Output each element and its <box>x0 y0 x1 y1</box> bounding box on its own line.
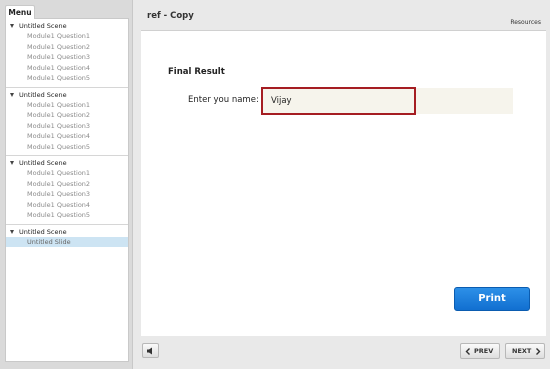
scene-group: Untitled Scene Untitled Slide <box>6 225 128 251</box>
slide-item[interactable]: Module1 Question5 <box>6 210 128 221</box>
next-button[interactable]: NEXT <box>505 343 545 359</box>
scene-title[interactable]: Untitled Scene <box>6 227 128 237</box>
name-field-label: Enter you name: <box>188 95 259 105</box>
chevron-right-icon <box>536 348 541 355</box>
speaker-icon <box>147 347 152 355</box>
slide-item[interactable]: Module1 Question1 <box>6 31 128 42</box>
menu-panel: Untitled Scene Module1 Question1 Module1… <box>5 18 129 362</box>
slide-item[interactable]: Module1 Question2 <box>6 42 128 53</box>
triangle-down-icon <box>10 24 14 28</box>
triangle-down-icon <box>10 161 14 165</box>
name-input[interactable] <box>261 87 416 115</box>
scene-title[interactable]: Untitled Scene <box>6 21 128 31</box>
scene-group: Untitled Scene Module1 Question1 Module1… <box>6 88 128 156</box>
print-button[interactable]: Print <box>454 287 530 311</box>
slide-heading: Final Result <box>168 67 225 77</box>
course-title: ref - Copy <box>147 11 194 21</box>
slide-item[interactable]: Module1 Question5 <box>6 73 128 84</box>
slide-content: Final Result Enter you name: Print <box>141 30 546 336</box>
slide-item[interactable]: Module1 Question2 <box>6 110 128 121</box>
scene-group: Untitled Scene Module1 Question1 Module1… <box>6 156 128 225</box>
slide-item[interactable]: Module1 Question4 <box>6 63 128 74</box>
slide-item[interactable]: Module1 Question5 <box>6 142 128 153</box>
slide-item[interactable]: Module1 Question4 <box>6 131 128 142</box>
slide-item[interactable]: Module1 Question1 <box>6 168 128 179</box>
chevron-left-icon <box>465 348 470 355</box>
menu-tab[interactable]: Menu <box>5 5 35 19</box>
prev-button[interactable]: PREV <box>460 343 500 359</box>
audio-toggle-button[interactable] <box>142 343 159 358</box>
triangle-down-icon <box>10 229 14 234</box>
prev-label: PREV <box>474 347 494 355</box>
triangle-down-icon <box>10 92 14 97</box>
scene-group: Untitled Scene Module1 Question1 Module1… <box>6 19 128 88</box>
slide-item[interactable]: Module1 Question2 <box>6 179 128 190</box>
scene-title-label: Untitled Scene <box>19 22 67 30</box>
scene-title[interactable]: Untitled Scene <box>6 90 128 100</box>
scene-title-label: Untitled Scene <box>19 90 67 99</box>
slide-item[interactable]: Module1 Question1 <box>6 100 128 111</box>
slide-item[interactable]: Module1 Question4 <box>6 200 128 211</box>
scene-title-label: Untitled Scene <box>19 159 67 167</box>
next-label: NEXT <box>512 347 532 355</box>
slide-item-active[interactable]: Untitled Slide <box>6 236 128 247</box>
slide-item[interactable]: Module1 Question3 <box>6 189 128 200</box>
slide-item[interactable]: Module1 Question3 <box>6 121 128 132</box>
scene-title[interactable]: Untitled Scene <box>6 158 128 168</box>
resources-link[interactable]: Resources <box>510 19 541 26</box>
slide-item[interactable]: Module1 Question3 <box>6 52 128 63</box>
sidebar: Menu Untitled Scene Module1 Question1 Mo… <box>0 0 133 369</box>
scene-title-label: Untitled Scene <box>19 227 67 236</box>
